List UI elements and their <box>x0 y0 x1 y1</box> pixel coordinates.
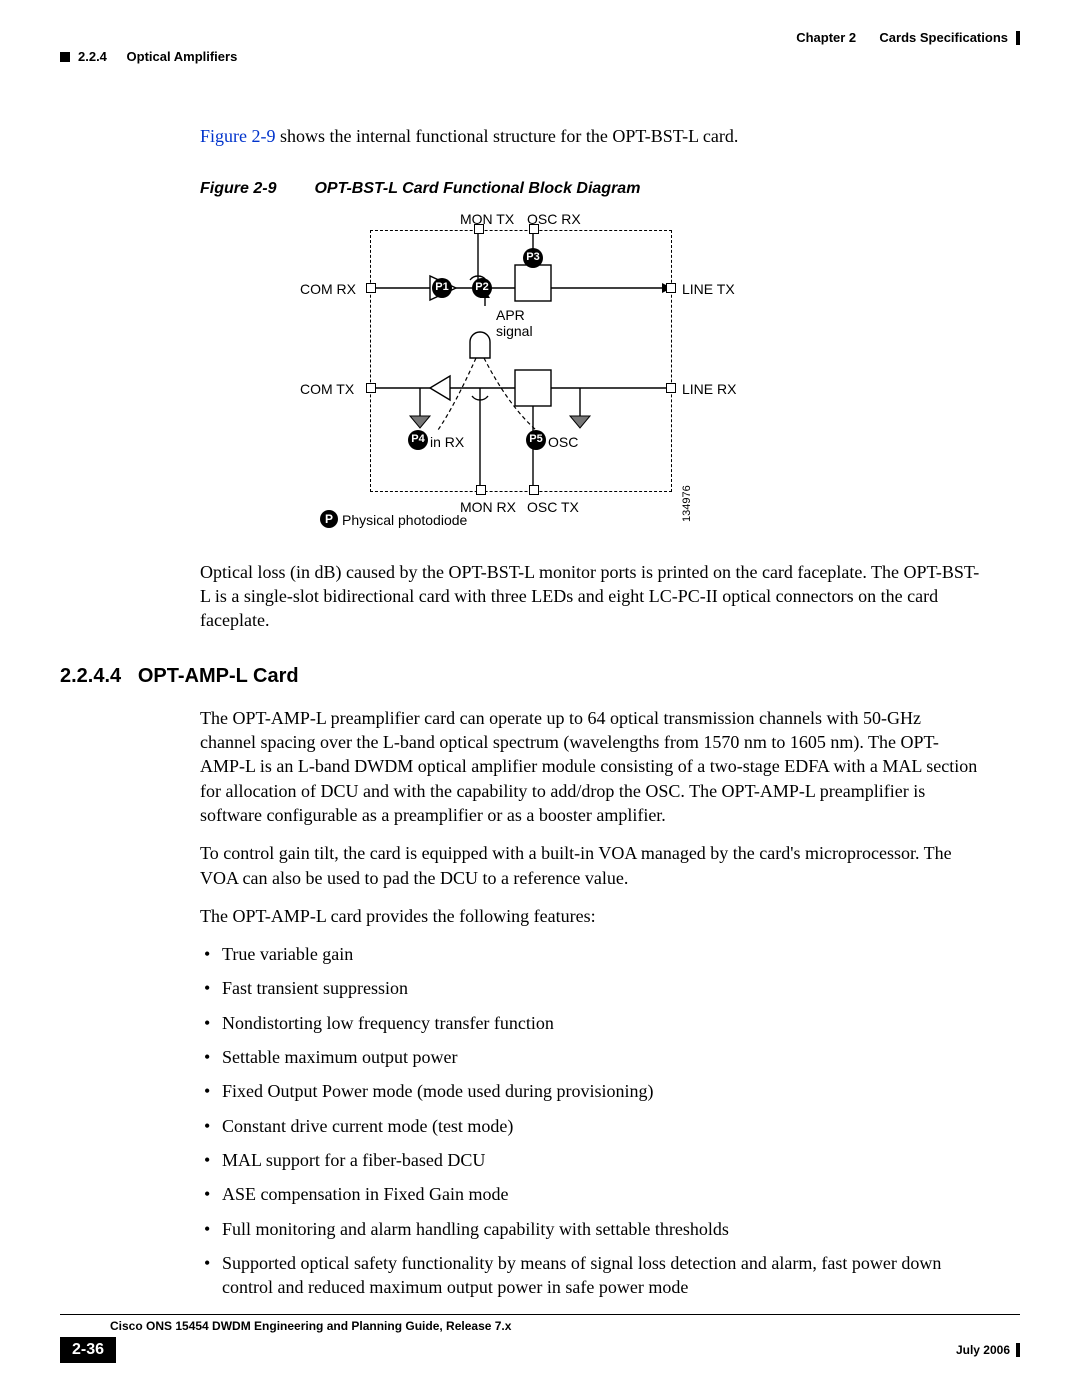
p4-dot: P4 <box>408 430 428 450</box>
port-line-rx <box>666 383 676 393</box>
chapter-label: Chapter 2 <box>796 30 856 45</box>
page-subheader: 2.2.4 Optical Amplifiers <box>60 49 1020 64</box>
figure-number: Figure 2-9 <box>200 178 310 200</box>
paragraph-2: To control gain tilt, the card is equipp… <box>200 841 980 890</box>
port-osc-tx <box>529 485 539 495</box>
figure-reference-link[interactable]: Figure 2-9 <box>200 126 276 146</box>
label-in-rx: in RX <box>430 433 464 452</box>
p2-dot: P2 <box>472 278 492 298</box>
paragraph-3: The OPT-AMP-L card provides the followin… <box>200 904 980 928</box>
footer-doc-title: Cisco ONS 15454 DWDM Engineering and Pla… <box>60 1314 1020 1333</box>
post-figure-paragraph: Optical loss (in dB) caused by the OPT-B… <box>200 560 980 633</box>
list-item: Fast transient suppression <box>222 976 980 1000</box>
label-mon-rx: MON RX <box>460 498 516 517</box>
section-title: Optical Amplifiers <box>127 49 238 64</box>
list-item: True variable gain <box>222 942 980 966</box>
port-com-tx <box>366 383 376 393</box>
list-item: Settable maximum output power <box>222 1045 980 1069</box>
label-line-tx: LINE TX <box>682 280 735 299</box>
paragraph-1: The OPT-AMP-L preamplifier card can oper… <box>200 706 980 827</box>
page: Chapter 2 Cards Specifications 2.2.4 Opt… <box>0 0 1080 1397</box>
p3-dot: P3 <box>523 248 543 268</box>
label-com-rx: COM RX <box>300 280 356 299</box>
page-footer: Cisco ONS 15454 DWDM Engineering and Pla… <box>60 1314 1020 1363</box>
content-area: Figure 2-9 shows the internal functional… <box>200 124 980 1299</box>
label-mon-tx: MON TX <box>460 210 514 229</box>
header-marker-icon <box>1016 31 1020 45</box>
diagram-id-number: 134976 <box>680 485 695 522</box>
page-number-badge: 2-36 <box>60 1337 116 1363</box>
section-num: 2.2.4 <box>78 49 107 64</box>
port-line-tx <box>666 283 676 293</box>
section-heading-number: 2.2.4.4 <box>60 665 121 687</box>
list-item: Constant drive current mode (test mode) <box>222 1114 980 1138</box>
port-mon-rx <box>476 485 486 495</box>
list-item: Full monitoring and alarm handling capab… <box>222 1217 980 1241</box>
feature-list: True variable gain Fast transient suppre… <box>200 942 980 1299</box>
intro-text: shows the internal functional structure … <box>276 126 739 146</box>
page-header: Chapter 2 Cards Specifications <box>60 30 1020 45</box>
port-com-rx <box>366 283 376 293</box>
label-osc-tx: OSC TX <box>527 498 579 517</box>
list-item: MAL support for a fiber-based DCU <box>222 1148 980 1172</box>
header-right: Chapter 2 Cards Specifications <box>796 30 1020 45</box>
list-item: Nondistorting low frequency transfer fun… <box>222 1011 980 1035</box>
figure-title: OPT-BST-L Card Functional Block Diagram <box>314 180 640 197</box>
legend-p-icon: P <box>320 510 338 528</box>
p5-dot: P5 <box>526 430 546 450</box>
p1-dot: P1 <box>432 278 452 298</box>
list-item: Fixed Output Power mode (mode used durin… <box>222 1079 980 1103</box>
label-com-tx: COM TX <box>300 380 354 399</box>
label-osc-rx: OSC RX <box>527 210 581 229</box>
figure-caption: Figure 2-9 OPT-BST-L Card Functional Blo… <box>200 178 980 200</box>
legend-text: Physical photodiode <box>342 511 467 530</box>
subheader-marker-icon <box>60 52 70 62</box>
footer-marker-icon <box>1016 1343 1020 1357</box>
label-line-rx: LINE RX <box>682 380 736 399</box>
label-osc: OSC <box>548 433 578 452</box>
block-diagram: P1 P2 P3 P4 P5 MON TX OSC RX COM RX LINE… <box>280 210 800 540</box>
intro-paragraph: Figure 2-9 shows the internal functional… <box>200 124 980 148</box>
section-heading-title: OPT-AMP-L Card <box>138 665 299 687</box>
section-heading: 2.2.4.4 OPT-AMP-L Card <box>60 663 980 690</box>
list-item: Supported optical safety functionality b… <box>222 1251 980 1300</box>
chapter-title: Cards Specifications <box>879 30 1008 45</box>
label-signal: signal <box>496 322 533 341</box>
list-item: ASE compensation in Fixed Gain mode <box>222 1182 980 1206</box>
footer-date: July 2006 <box>956 1343 1010 1357</box>
